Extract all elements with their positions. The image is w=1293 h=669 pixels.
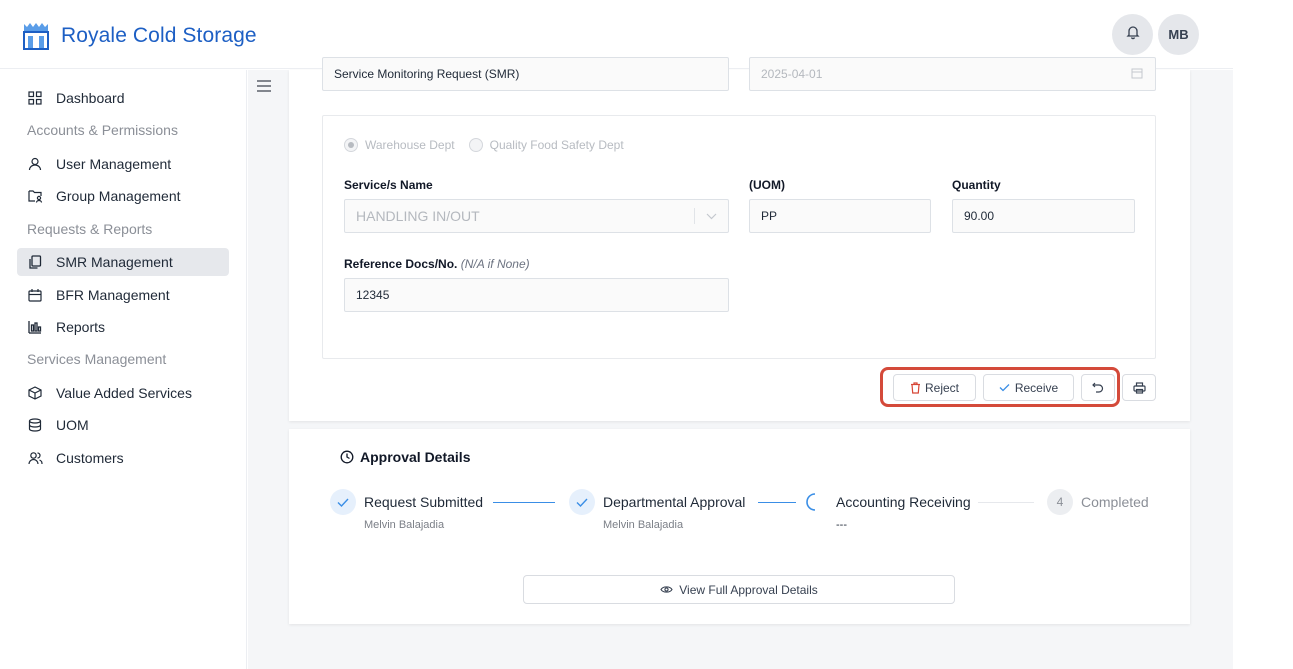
bell-icon	[1125, 24, 1141, 45]
check-icon	[337, 498, 349, 507]
notification-button[interactable]	[1112, 14, 1153, 55]
sidebar-item-label: Customers	[56, 450, 124, 466]
calendar-box-icon	[27, 287, 43, 303]
right-gutter	[1233, 0, 1293, 669]
sidebar-item-label: BFR Management	[56, 287, 170, 303]
uom-value: PP	[761, 209, 778, 223]
database-icon	[27, 417, 43, 433]
step-1-approver: Melvin Balajadia	[364, 519, 445, 531]
print-button[interactable]	[1122, 374, 1156, 401]
sidebar-item-dashboard[interactable]: Dashboard	[17, 84, 229, 112]
department-radio-group: Warehouse Dept Quality Food Safety Dept	[344, 138, 624, 152]
approval-details-title: Approval Details	[340, 449, 470, 465]
sidebar-item-label: Group Management	[56, 188, 181, 204]
step-connector-3	[978, 502, 1034, 503]
sidebar-item-value-added-services[interactable]: Value Added Services	[17, 379, 229, 407]
step-3-approver: ---	[836, 519, 847, 531]
action-highlight-frame	[880, 367, 1120, 407]
check-icon	[576, 498, 588, 507]
step-connector-2	[758, 502, 796, 503]
request-type-value: Service Monitoring Request (SMR)	[334, 67, 520, 81]
reference-docs-hint: (N/A if None)	[460, 257, 530, 271]
reference-docs-label: Reference Docs/No. (N/A if None)	[344, 257, 530, 271]
uom-input[interactable]: PP	[749, 199, 931, 233]
nav-section-services: Services Management	[27, 351, 167, 367]
dashboard-grid-icon	[27, 90, 43, 106]
service-name-label: Service/s Name	[344, 178, 433, 192]
quantity-value: 90.00	[964, 209, 995, 223]
step-2-approver: Melvin Balajadia	[603, 519, 684, 531]
radio-label: Quality Food Safety Dept	[489, 138, 624, 152]
service-name-value: HANDLING IN/OUT	[356, 208, 480, 224]
service-name-select: HANDLING IN/OUT	[344, 199, 729, 233]
quantity-label: Quantity	[952, 178, 1001, 192]
eye-icon	[660, 585, 673, 594]
folder-user-icon	[27, 188, 43, 204]
sidebar-item-customers[interactable]: Customers	[17, 444, 229, 472]
reference-docs-input[interactable]: 12345	[344, 278, 729, 312]
step-2-title: Departmental Approval	[603, 494, 746, 510]
nav-section-requests: Requests & Reports	[27, 221, 153, 237]
reference-docs-value: 12345	[356, 288, 390, 302]
calendar-icon	[1131, 67, 1143, 82]
printer-icon	[1132, 381, 1146, 394]
step-4-number: 4	[1047, 489, 1073, 515]
date-value: 2025-04-01	[761, 67, 823, 81]
warehouse-logo-icon	[22, 20, 50, 50]
date-field: 2025-04-01	[749, 57, 1156, 91]
bar-chart-icon	[27, 319, 43, 335]
menu-toggle-icon[interactable]	[256, 79, 272, 93]
uom-label: (UOM)	[749, 178, 785, 192]
request-type-field[interactable]: Service Monitoring Request (SMR)	[322, 57, 729, 91]
clock-icon	[340, 450, 354, 464]
radio-warehouse-dept[interactable]	[344, 138, 358, 152]
view-full-approval-details-button[interactable]: View Full Approval Details	[523, 575, 955, 604]
brand-title: Royale Cold Storage	[61, 24, 257, 47]
user-avatar[interactable]: MB	[1158, 14, 1199, 55]
reference-docs-label-text: Reference Docs/No.	[344, 257, 458, 271]
view-full-approval-label: View Full Approval Details	[679, 582, 818, 597]
sidebar-item-reports[interactable]: Reports	[17, 313, 229, 341]
chevron-down-icon	[695, 213, 728, 220]
sidebar-item-label: SMR Management	[56, 254, 173, 270]
step-1-done-indicator	[330, 489, 356, 515]
step-4-title: Completed	[1081, 494, 1149, 510]
radio-quality-food-safety-dept[interactable]	[468, 138, 483, 152]
sidebar-item-uom[interactable]: UOM	[17, 411, 229, 439]
step-1-title: Request Submitted	[364, 494, 484, 510]
quantity-input[interactable]: 90.00	[952, 199, 1135, 233]
radio-label: Warehouse Dept	[365, 138, 455, 152]
sidebar-item-group-management[interactable]: Group Management	[17, 182, 229, 210]
sidebar-item-user-management[interactable]: User Management	[17, 150, 229, 178]
step-2-done-indicator	[569, 489, 595, 515]
approval-title-text: Approval Details	[360, 449, 471, 465]
sidebar-item-label: User Management	[56, 156, 172, 172]
users-icon	[27, 450, 43, 466]
sidebar-item-label: Dashboard	[56, 90, 125, 106]
sidebar-item-label: Reports	[56, 319, 106, 335]
copy-documents-icon	[27, 254, 43, 270]
step-3-loading-spinner-icon	[802, 489, 828, 515]
sidebar-item-label: UOM	[56, 417, 89, 433]
cube-icon	[27, 385, 43, 401]
nav-section-accounts: Accounts & Permissions	[27, 122, 178, 138]
step-3-title: Accounting Receiving	[836, 494, 971, 510]
step-connector-1	[493, 502, 555, 503]
user-icon	[27, 156, 43, 172]
sidebar-item-smr-management[interactable]: SMR Management	[17, 248, 229, 276]
sidebar-item-label: Value Added Services	[56, 385, 192, 401]
sidebar-item-bfr-management[interactable]: BFR Management	[17, 281, 229, 309]
